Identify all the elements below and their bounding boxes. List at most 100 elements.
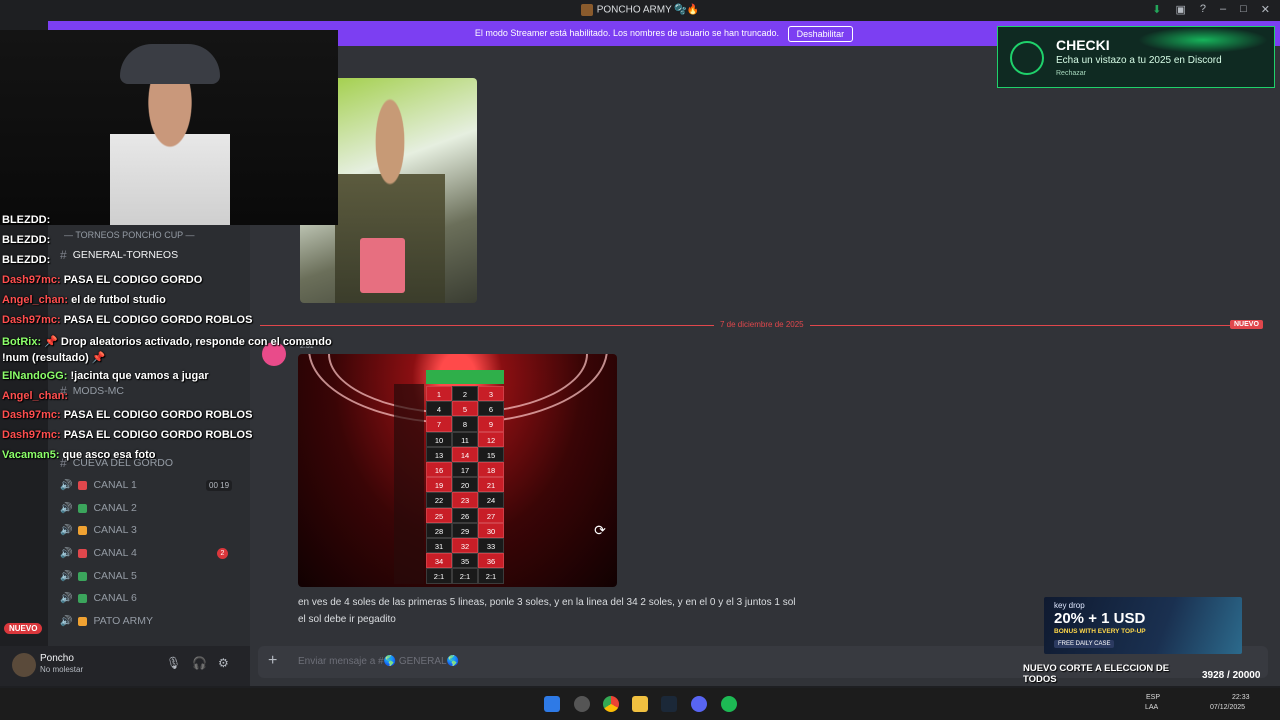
file-explorer-icon[interactable] — [632, 696, 648, 712]
chat-user: BLEZDD: — [2, 254, 51, 266]
new-unreads-pill[interactable]: NUEVO — [4, 623, 43, 634]
roulette-number-cell: 16 — [426, 462, 452, 478]
color-tag — [78, 593, 88, 603]
steam-icon[interactable] — [661, 696, 677, 712]
settings-gear-icon[interactable]: ⚙ — [218, 656, 229, 670]
spotify-icon[interactable] — [721, 696, 737, 712]
chat-text: PASA EL CODIGO GORDO — [63, 274, 203, 286]
chat-line: BLEZDD: — [2, 214, 50, 226]
voice-user-count: 00 19 — [206, 480, 233, 491]
photo-box — [360, 238, 405, 293]
chat-user: Dash97mc: — [2, 274, 61, 286]
roulette-number-cell: 9 — [478, 416, 504, 432]
divider-date: 7 de diciembre de 2025 — [714, 320, 810, 329]
channel-canal-5[interactable]: 🔊 CANAL 5 — [60, 570, 137, 582]
glow-decoration — [1138, 27, 1268, 53]
dismiss-link[interactable]: Rechazar — [1056, 70, 1086, 77]
chrome-icon[interactable] — [603, 696, 619, 712]
channel-mods-mc[interactable]: # MODS-MC — [60, 384, 124, 398]
color-tag — [78, 480, 88, 490]
chat-user: BLEZDD: — [2, 234, 51, 246]
speaker-icon: 🔊 — [60, 615, 73, 627]
chat-line: BotRix: 📌 Drop aleatorios activado, resp… — [2, 334, 332, 366]
channel-canal-4[interactable]: 🔊 CANAL 4 2 — [60, 547, 240, 559]
color-tag — [78, 571, 88, 581]
roulette-number-cell: 27 — [478, 507, 504, 523]
roulette-board: 1 2 3 4 5 6 7 8 9 10 11 12 13 14 15 16 17 18 19 20 21 22 23 24 2… — [426, 372, 504, 584]
windows-start-icon[interactable] — [544, 696, 560, 712]
chat-user: Angel_chan: — [2, 294, 69, 306]
message-line: en ves de 4 soles de las primeras 5 line… — [298, 597, 796, 608]
roulette-number-cell: 25 — [426, 507, 452, 523]
inbox-icon[interactable]: ▣ — [1175, 3, 1185, 16]
roulette-number-cell: 36 — [478, 553, 504, 569]
close-button[interactable]: ✕ — [1261, 3, 1270, 16]
avatar[interactable] — [12, 653, 36, 677]
roulette-number-cell: 17 — [452, 462, 478, 478]
headphones-icon[interactable]: 🎧 — [192, 656, 207, 670]
roulette-number-cell: 8 — [452, 416, 478, 432]
channel-canal-6[interactable]: 🔊 CANAL 6 — [60, 592, 137, 604]
window-title-text: PONCHO ARMY — [596, 4, 672, 16]
app-icon[interactable] — [574, 696, 590, 712]
ad-tag: FREE DAILY CASE — [1054, 640, 1115, 648]
channel-canal-2[interactable]: 🔊 CANAL 2 — [60, 502, 137, 514]
roulette-image[interactable]: 1 2 3 4 5 6 7 8 9 10 11 12 13 14 15 16 17 18 19 20 21 22 23 24 2… — [298, 354, 617, 587]
roulette-number-cell: 12 — [478, 431, 504, 447]
chat-text: PASA EL CODIGO GORDO ROBLOS — [63, 409, 253, 421]
channel-label: MODS-MC — [72, 385, 125, 397]
goal-target: / 20000 — [1227, 670, 1261, 681]
add-attachment-icon[interactable]: + — [268, 652, 277, 670]
roulette-number-cell: 20 — [452, 477, 478, 493]
roulette-number-cell: 34 — [426, 553, 452, 569]
roulette-number-cell: 2:1 — [426, 568, 452, 584]
chat-text: el de futbol studio — [71, 294, 166, 306]
roulette-number-cell: 2:1 — [478, 568, 504, 584]
download-icon[interactable]: ⬇ — [1152, 3, 1161, 16]
color-tag — [78, 548, 88, 558]
category-header[interactable]: — TORNEOS PONCHO CUP — — [64, 230, 195, 240]
language-indicator[interactable]: ESP — [1146, 694, 1160, 701]
chat-user: Angel_chan: — [2, 390, 69, 402]
roulette-number-cell: 13 — [426, 446, 452, 462]
help-icon[interactable]: ? — [1200, 3, 1206, 16]
clock-time[interactable]: 22:33 — [1232, 694, 1250, 701]
roulette-number-cell: 26 — [452, 507, 478, 523]
channel-label: CANAL 1 — [93, 479, 137, 491]
channel-general-torneos[interactable]: # GENERAL-TORNEOS — [60, 248, 178, 262]
chat-line: BLEZDD: — [2, 254, 50, 266]
minimize-button[interactable]: – — [1220, 3, 1226, 16]
microphone-icon[interactable]: 🎙 — [166, 656, 181, 670]
channel-canal-1[interactable]: 🔊 CANAL 1 — [60, 479, 137, 491]
goal-current: 3928 — [1202, 670, 1225, 681]
roulette-number-cell: 30 — [478, 522, 504, 538]
keydrop-ad: key drop 20% + 1 USD BONUS WITH EVERY TO… — [1044, 597, 1242, 654]
channel-label: CANAL 4 — [93, 547, 137, 559]
discord-checkpoint-card[interactable]: CHECKI Echa un vistazo a tu 2025 en Disc… — [997, 26, 1275, 88]
ad-subline: BONUS WITH EVERY TOP-UP — [1054, 628, 1146, 635]
checkpoint-title: CHECKI — [1056, 37, 1110, 53]
chat-user: Vacaman5: — [2, 449, 60, 461]
composer-placeholder: Enviar mensaje a #🌎 GENERAL🌎 — [298, 656, 460, 667]
channel-label: CANAL 3 — [93, 524, 137, 536]
discord-icon[interactable] — [691, 696, 707, 712]
maximize-button[interactable]: □ — [1240, 3, 1247, 16]
bot-icon — [1010, 41, 1044, 75]
roulette-number-cell: 35 — [452, 553, 478, 569]
channel-pato-army[interactable]: 🔊 PATO ARMY — [60, 615, 153, 627]
reload-icon[interactable]: ⟳ — [590, 522, 610, 542]
server-logo-icon — [580, 4, 593, 16]
ad-headline: 20% + 1 USD — [1054, 610, 1146, 627]
speaker-icon: 🔊 — [60, 592, 73, 604]
title-bar: PONCHO ARMY 🫧🔥 ⬇ ▣ ? – □ ✕ — [0, 0, 1280, 20]
channel-label: CANAL 2 — [93, 502, 137, 514]
banner-text: El modo Streamer está habilitado. Los no… — [474, 28, 780, 38]
chat-text: PASA EL CODIGO GORDO ROBLOS — [63, 429, 253, 441]
chat-text: !jacinta que vamos a jugar — [70, 370, 209, 382]
chat-line: Dash97mc: PASA EL CODIGO GORDO ROBLOS — [2, 429, 252, 441]
roulette-number-cell: 4 — [426, 401, 452, 417]
roulette-number-cell: 19 — [426, 477, 452, 493]
channel-canal-3[interactable]: 🔊 CANAL 3 — [60, 524, 137, 536]
checkpoint-subtitle: Echa un vistazo a tu 2025 en Discord — [1056, 55, 1222, 66]
disable-streamer-button[interactable]: Deshabilitar — [787, 25, 854, 42]
